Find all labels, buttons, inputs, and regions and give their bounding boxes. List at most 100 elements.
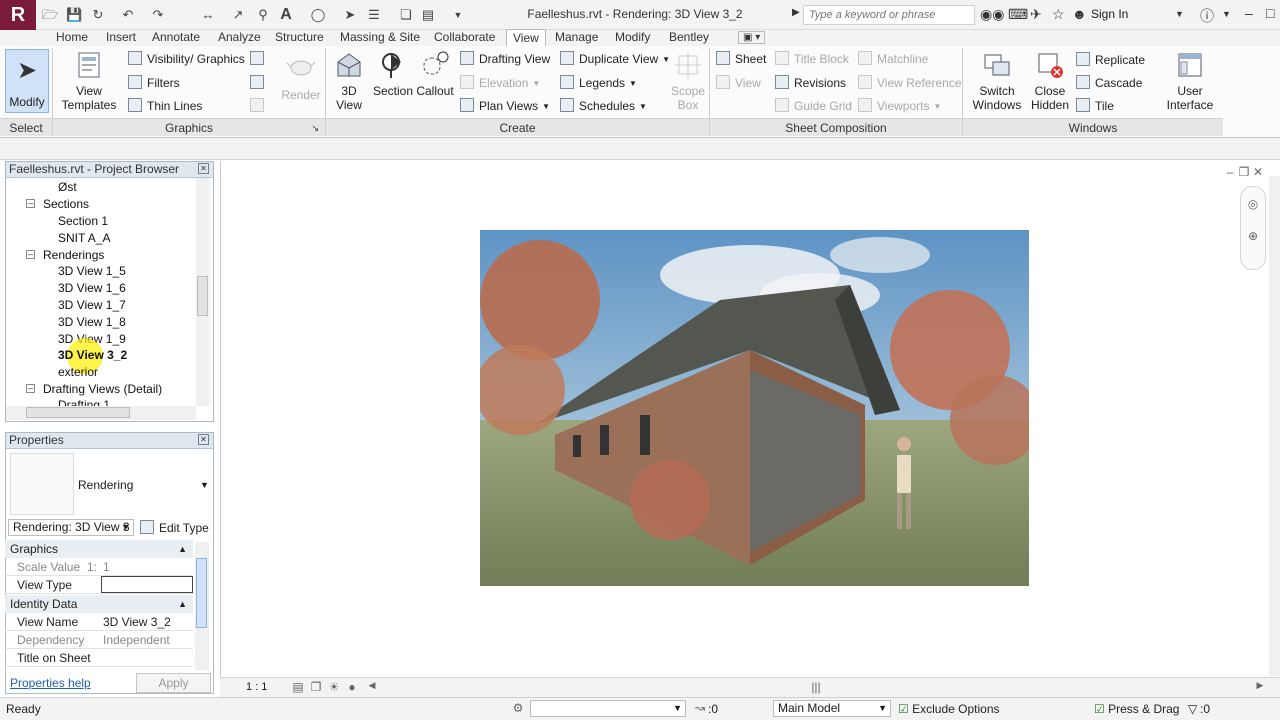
- measure-icon[interactable]: ↔: [200, 7, 216, 23]
- cut-profile-icon[interactable]: [250, 98, 269, 114]
- property-group-identity-data[interactable]: Identity Data ▲: [5, 595, 193, 613]
- tab-annotate[interactable]: Annotate: [152, 30, 200, 46]
- sign-in-dropdown-icon[interactable]: ▼: [1175, 9, 1184, 19]
- duplicate-view-button[interactable]: Duplicate View ▼: [560, 51, 670, 68]
- viewports-button[interactable]: Viewports ▼: [858, 98, 941, 115]
- place-view-button[interactable]: View: [716, 75, 761, 91]
- zoom-icon[interactable]: ⊕: [1245, 229, 1261, 245]
- view-close-icon[interactable]: ✕: [1250, 165, 1266, 181]
- edit-type-button[interactable]: Edit Type: [140, 520, 209, 536]
- maximize-icon[interactable]: □: [1266, 5, 1274, 21]
- plan-views-button[interactable]: Plan Views ▼: [460, 98, 550, 115]
- matchline-button[interactable]: Matchline: [858, 51, 928, 67]
- thin-lines-button[interactable]: Thin Lines: [128, 98, 202, 114]
- search-expand-icon[interactable]: ▶: [792, 7, 800, 18]
- help-icon[interactable]: ⓘ: [1200, 6, 1214, 26]
- sun-path-icon[interactable]: ☀: [326, 680, 342, 696]
- collapse-group-icon[interactable]: ▲: [178, 540, 187, 558]
- redo-icon[interactable]: ↷: [150, 7, 166, 23]
- tree-item-sections[interactable]: Sections: [43, 197, 89, 211]
- undo-icon[interactable]: ↶: [120, 7, 136, 23]
- section-button[interactable]: Section: [372, 50, 414, 98]
- revisions-button[interactable]: Revisions: [775, 75, 846, 91]
- editing-requests-icon[interactable]: ↝: [692, 701, 708, 717]
- modify-button[interactable]: ➤ Modify: [5, 49, 49, 113]
- switch-windows-icon[interactable]: ▤: [420, 7, 436, 23]
- scroll-thumb[interactable]: [196, 558, 207, 628]
- panel-graphics-label[interactable]: Graphics ↘: [53, 118, 325, 136]
- steering-wheel-icon[interactable]: ◎: [1245, 197, 1261, 213]
- tree-item-3d-view-1-7[interactable]: 3D View 1_7: [58, 298, 126, 312]
- text-icon[interactable]: A: [278, 7, 294, 23]
- panel-select-label[interactable]: Select: [0, 118, 52, 136]
- tree-item-renderings[interactable]: Renderings: [43, 248, 104, 262]
- tree-item-3d-view-1-6[interactable]: 3D View 1_6: [58, 281, 126, 295]
- view-scale[interactable]: 1 : 1: [246, 681, 267, 693]
- property-title-on-sheet[interactable]: Title on Sheet: [5, 649, 193, 667]
- title-block-button[interactable]: Title Block: [775, 51, 849, 67]
- callout-button[interactable]: Callout: [414, 50, 456, 98]
- save-icon[interactable]: 💾: [66, 7, 82, 23]
- collapse-group-icon[interactable]: ▲: [178, 595, 187, 613]
- user-interface-button[interactable]: User Interface: [1160, 50, 1220, 112]
- horizontal-scroll-thumb[interactable]: |||: [808, 680, 824, 696]
- tree-item-section-1[interactable]: Section 1: [58, 214, 108, 228]
- render-button[interactable]: Render: [280, 50, 322, 102]
- tab-manage[interactable]: Manage: [555, 30, 598, 46]
- tab-view[interactable]: View: [506, 29, 546, 47]
- panel-sheet-composition-label[interactable]: Sheet Composition: [710, 118, 962, 136]
- tree-item-3d-view-1-8[interactable]: 3D View 1_8: [58, 315, 126, 329]
- scroll-right-icon[interactable]: ▶: [1252, 680, 1268, 696]
- thin-lines-icon[interactable]: ☰: [366, 7, 382, 23]
- browser-vertical-scrollbar[interactable]: [196, 178, 210, 406]
- aligned-dimension-icon[interactable]: ↗: [230, 7, 246, 23]
- ribbon-minimize-toggle[interactable]: ▣ ▾: [738, 31, 766, 44]
- tree-item-3d-view-1-5[interactable]: 3D View 1_5: [58, 264, 126, 278]
- drafting-view-button[interactable]: Drafting View: [460, 51, 550, 67]
- customize-toolbar-icon[interactable]: ▼: [450, 7, 466, 23]
- collapse-icon[interactable]: –: [26, 250, 35, 259]
- tab-bentley[interactable]: Bentley: [669, 30, 709, 46]
- canvas-vertical-scrollbar[interactable]: [1269, 176, 1280, 676]
- view-reference-button[interactable]: View Reference: [858, 75, 962, 91]
- property-group-graphics[interactable]: Graphics ▲: [5, 540, 193, 558]
- subscription-icon[interactable]: ⌨: [1008, 6, 1028, 23]
- user-icon[interactable]: ☻: [1072, 6, 1087, 22]
- sign-in-link[interactable]: Sign In: [1091, 7, 1128, 21]
- open-icon[interactable]: 🗁: [42, 7, 58, 23]
- elevation-button[interactable]: Elevation ▼: [460, 75, 540, 92]
- tree-item-3d-view-3-2[interactable]: 3D View 3_2: [58, 348, 127, 362]
- worksets-icon[interactable]: ⚙: [510, 701, 526, 717]
- view-templates-button[interactable]: View Templates: [60, 50, 118, 112]
- legends-button[interactable]: Legends ▼: [560, 75, 637, 92]
- scroll-thumb[interactable]: [26, 407, 130, 418]
- properties-help-link[interactable]: Properties help: [10, 676, 91, 690]
- visual-style-icon[interactable]: ❐: [308, 680, 324, 696]
- close-icon[interactable]: ✕: [198, 163, 209, 174]
- type-dropdown-icon[interactable]: ▼: [200, 480, 209, 490]
- 3d-view-button[interactable]: 3D View: [330, 50, 368, 112]
- panel-windows-label[interactable]: Windows: [963, 118, 1223, 136]
- communication-icon[interactable]: ✈: [1030, 6, 1042, 23]
- remove-hidden-lines-icon[interactable]: [250, 75, 269, 91]
- show-hidden-lines-icon[interactable]: [250, 51, 269, 67]
- help-dropdown-icon[interactable]: ▼: [1222, 9, 1231, 19]
- tree-item-drafting-1[interactable]: Drafting 1: [58, 398, 110, 406]
- tree-item-drafting-views[interactable]: Drafting Views (Detail): [43, 382, 162, 396]
- collapse-icon[interactable]: –: [26, 384, 35, 393]
- default-3d-view-icon[interactable]: ◯: [310, 7, 326, 23]
- scope-box-button[interactable]: Scope Box: [668, 50, 708, 112]
- detail-level-icon[interactable]: ▤: [290, 680, 306, 696]
- tab-collaborate[interactable]: Collaborate: [434, 30, 495, 46]
- tag-icon[interactable]: ⚲: [255, 7, 271, 23]
- browser-horizontal-scrollbar[interactable]: [6, 406, 196, 420]
- tab-modify[interactable]: Modify: [615, 30, 650, 46]
- view-selector-dropdown[interactable]: Rendering: 3D View 3 ▼: [8, 519, 134, 536]
- shadows-icon[interactable]: ●: [344, 680, 360, 696]
- switch-windows-button[interactable]: Switch Windows: [970, 50, 1024, 112]
- guide-grid-button[interactable]: Guide Grid: [775, 98, 852, 114]
- tree-item-snit-a-a[interactable]: SNIT A_A: [58, 231, 110, 245]
- cascade-button[interactable]: Cascade: [1076, 75, 1142, 91]
- tree-item-exterior[interactable]: exterior: [58, 365, 98, 379]
- scroll-thumb[interactable]: [197, 276, 208, 316]
